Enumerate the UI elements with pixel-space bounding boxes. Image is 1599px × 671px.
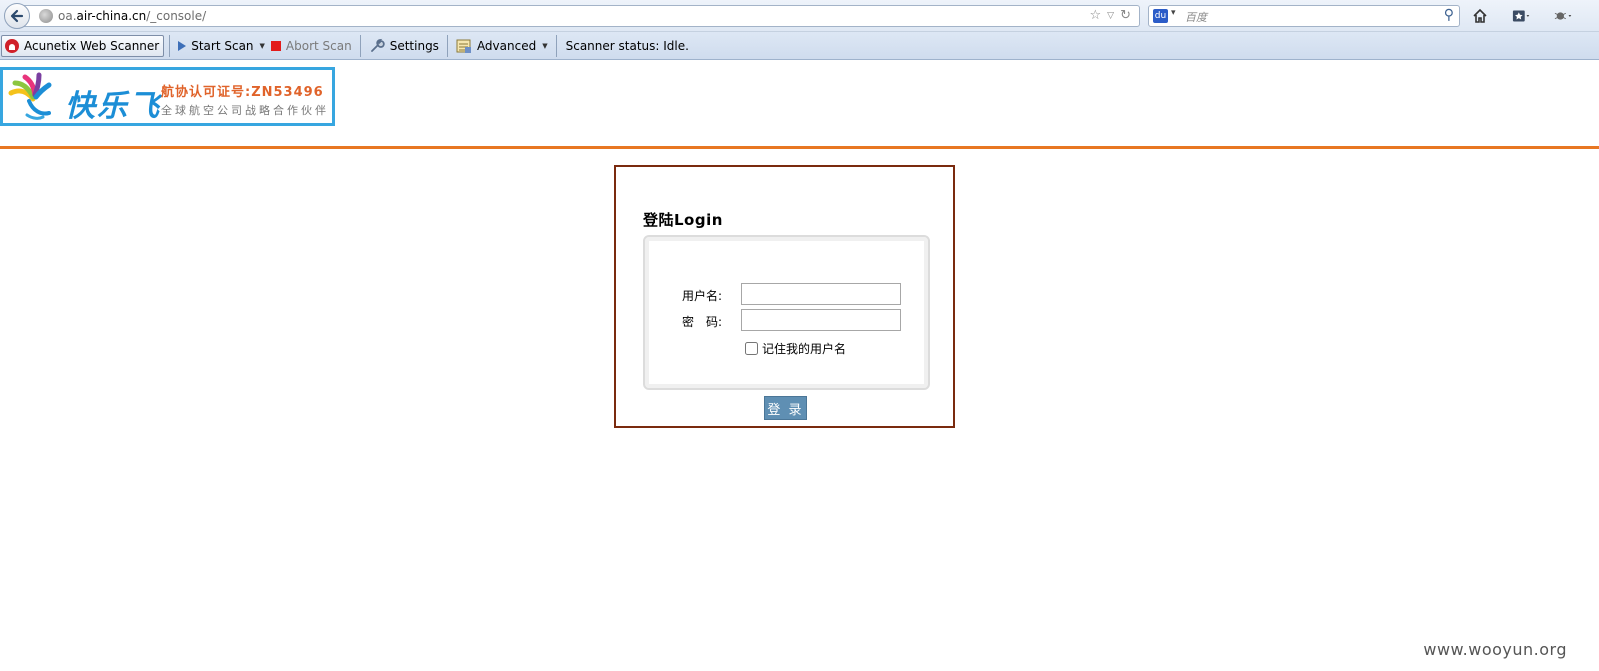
toolbar-separator bbox=[169, 34, 171, 57]
colorful-hand-logo-icon bbox=[8, 72, 52, 120]
browser-navbar: oa.air-china.cn/_console/ ☆ ▽ ↻ du ▾ 百度 … bbox=[0, 0, 1599, 32]
login-box: 登陆Login 用户名: 密 码: 记住我的用户名 登 录 bbox=[614, 165, 955, 428]
acunetix-brand-label: Acunetix Web Scanner bbox=[24, 38, 160, 53]
dropdown-arrow-icon[interactable]: ▽ bbox=[1107, 8, 1114, 25]
caret-down-icon: ▼ bbox=[259, 41, 265, 50]
username-row: 用户名: bbox=[645, 283, 928, 305]
back-arrow-icon bbox=[10, 9, 24, 23]
acunetix-toolbar: Acunetix Web Scanner Start Scan ▼ Abort … bbox=[0, 32, 1599, 60]
remember-username[interactable]: 记住我的用户名 bbox=[745, 340, 846, 357]
watermark-text: www.wooyun.org bbox=[1423, 640, 1567, 659]
address-bar[interactable]: oa.air-china.cn/_console/ ☆ ▽ ↻ bbox=[24, 5, 1140, 27]
username-input[interactable] bbox=[741, 283, 901, 305]
search-engine-dropdown-icon[interactable]: ▾ bbox=[1171, 8, 1176, 18]
header-divider bbox=[0, 146, 1599, 149]
toolbar-separator bbox=[555, 34, 557, 57]
bookmarks-menu-icon[interactable] bbox=[1512, 6, 1532, 26]
addon-bug-icon[interactable] bbox=[1554, 6, 1574, 26]
abort-scan-button[interactable]: Abort Scan bbox=[268, 39, 355, 53]
password-input[interactable] bbox=[741, 309, 901, 331]
search-icon[interactable]: ⚲ bbox=[1444, 7, 1454, 23]
toolbar-separator bbox=[359, 34, 361, 57]
login-form-panel: 用户名: 密 码: 记住我的用户名 bbox=[643, 235, 930, 390]
bookmark-star-icon[interactable]: ☆ bbox=[1090, 8, 1102, 25]
password-label: 密 码: bbox=[682, 315, 723, 329]
back-button[interactable] bbox=[4, 3, 30, 29]
stop-icon bbox=[270, 40, 281, 51]
toolbar-separator bbox=[446, 34, 448, 57]
baidu-paw-icon[interactable]: du bbox=[1153, 9, 1168, 23]
remember-checkbox[interactable] bbox=[745, 342, 758, 355]
logo-certificate: 航协认可证号:ZN53496 bbox=[161, 85, 324, 100]
acunetix-brand-button[interactable]: Acunetix Web Scanner bbox=[1, 34, 165, 57]
acunetix-logo-icon bbox=[5, 38, 19, 53]
wrench-icon bbox=[370, 38, 385, 52]
caret-down-icon: ▼ bbox=[542, 41, 548, 50]
logo-name: 快乐飞 bbox=[65, 89, 161, 124]
password-row: 密 码: bbox=[645, 309, 928, 331]
search-bar[interactable]: du ▾ 百度 ⚲ bbox=[1148, 5, 1460, 27]
login-submit-button[interactable]: 登 录 bbox=[764, 396, 807, 420]
settings-button[interactable]: Settings bbox=[366, 38, 442, 54]
home-icon[interactable] bbox=[1470, 6, 1490, 26]
username-label: 用户名: bbox=[682, 289, 723, 303]
play-icon bbox=[178, 40, 187, 51]
logo-slogan: 全球航空公司战略合作伙伴 bbox=[161, 104, 329, 117]
start-scan-button[interactable]: Start Scan ▼ bbox=[175, 39, 268, 53]
advanced-tools-icon bbox=[456, 39, 471, 53]
advanced-button[interactable]: Advanced ▼ bbox=[453, 38, 551, 54]
search-input[interactable]: 百度 bbox=[1185, 9, 1207, 25]
globe-icon bbox=[39, 9, 53, 23]
login-title: 登陆Login bbox=[643, 211, 723, 229]
scanner-status: Scanner status: Idle. bbox=[565, 38, 689, 53]
site-logo[interactable]: 快乐飞 航协认可证号:ZN53496 全球航空公司战略合作伙伴 bbox=[0, 67, 335, 126]
url-text: oa.air-china.cn/_console/ bbox=[58, 9, 207, 23]
reload-icon[interactable]: ↻ bbox=[1120, 8, 1131, 25]
remember-label: 记住我的用户名 bbox=[762, 342, 847, 356]
